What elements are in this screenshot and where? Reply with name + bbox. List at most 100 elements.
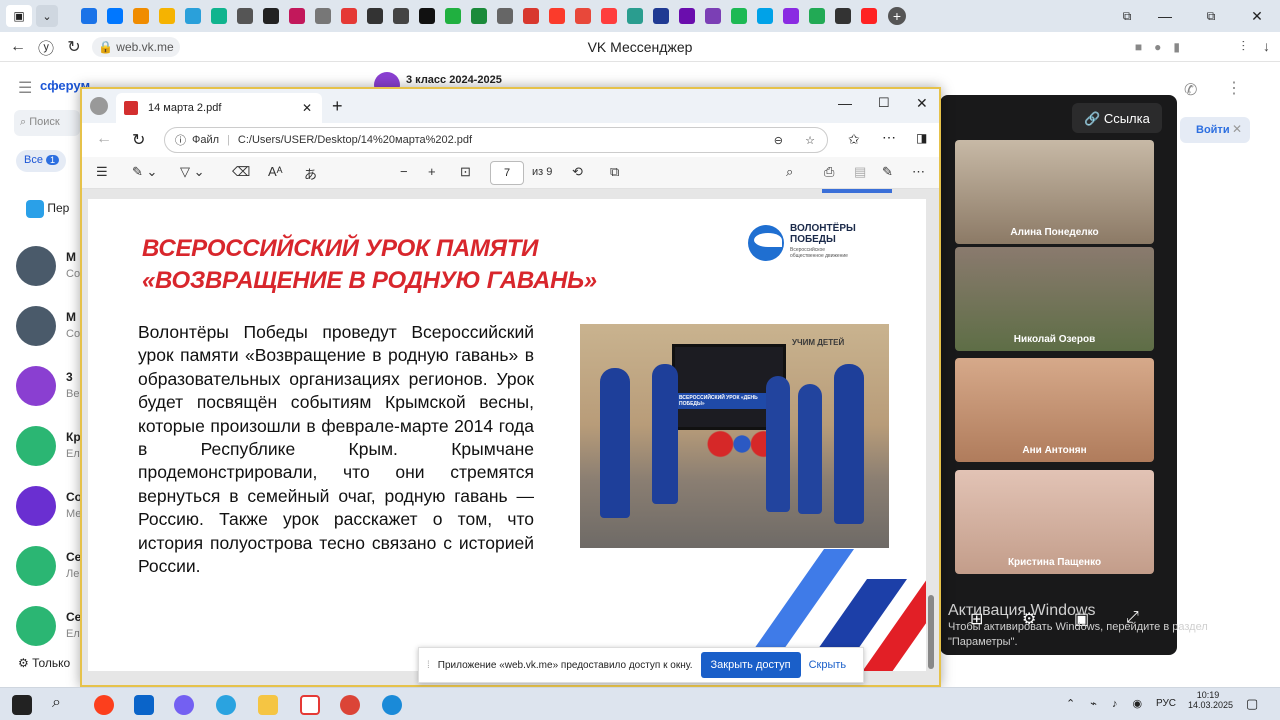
pinned-tab-favicon[interactable] bbox=[107, 8, 123, 24]
pinned-tab-favicon[interactable] bbox=[653, 8, 669, 24]
outlook-icon[interactable] bbox=[134, 695, 154, 715]
explorer-icon[interactable] bbox=[258, 695, 278, 715]
vertical-scrollbar[interactable] bbox=[928, 199, 934, 669]
pinned-tab-favicon[interactable] bbox=[263, 8, 279, 24]
print-icon[interactable]: ⎙ bbox=[824, 164, 834, 180]
folder-item[interactable]: Пер bbox=[26, 200, 69, 218]
bookmark-icon[interactable]: ▮ bbox=[1173, 40, 1180, 54]
save-icon[interactable]: ▤ bbox=[854, 164, 866, 180]
save-as-icon[interactable]: ✎ bbox=[882, 164, 893, 180]
sidebar-icon[interactable]: ◨ bbox=[916, 131, 927, 145]
pinned-tab-favicon[interactable] bbox=[445, 8, 461, 24]
pinned-tab-favicon[interactable] bbox=[289, 8, 305, 24]
workspaces-icon[interactable]: ⧉ bbox=[1112, 9, 1142, 24]
close-window-button[interactable]: ✕ bbox=[1234, 8, 1280, 25]
clock[interactable]: 10:19 14.03.2025 bbox=[1188, 690, 1233, 710]
back-icon[interactable]: ← bbox=[4, 33, 32, 61]
close-icon[interactable]: ✕ bbox=[1232, 122, 1242, 136]
draw-icon[interactable]: ▽ ⌄ bbox=[180, 164, 205, 180]
yandex-logo-icon[interactable]: ⓨ bbox=[32, 33, 60, 61]
menu-dots-icon[interactable]: ⋮ bbox=[1226, 78, 1242, 98]
eraser-icon[interactable]: ⌫ bbox=[232, 164, 250, 180]
chat-avatar[interactable] bbox=[16, 426, 56, 466]
pinned-tab-favicon[interactable] bbox=[705, 8, 721, 24]
pinned-tab-favicon[interactable] bbox=[497, 8, 513, 24]
link-button[interactable]: 🔗 Ссылка bbox=[1072, 103, 1162, 133]
close-tab-icon[interactable]: ✕ bbox=[302, 101, 312, 115]
pinned-tab-favicon[interactable] bbox=[237, 8, 253, 24]
chat-avatar[interactable] bbox=[16, 606, 56, 646]
participant-tile[interactable]: Алина Понеделко bbox=[955, 140, 1154, 244]
chat-avatar[interactable] bbox=[16, 306, 56, 346]
back-icon[interactable]: ← bbox=[96, 130, 112, 148]
chat-avatar[interactable] bbox=[16, 366, 56, 406]
pinned-tab-favicon[interactable] bbox=[835, 8, 851, 24]
hide-button[interactable]: Скрыть bbox=[809, 659, 847, 671]
reader-icon[interactable]: ⫶ bbox=[1242, 38, 1246, 55]
start-icon[interactable] bbox=[12, 695, 32, 715]
participant-tile[interactable]: Кристина Пащенко bbox=[955, 470, 1154, 574]
pdf-tab[interactable]: 14 марта 2.pdf ✕ bbox=[116, 93, 322, 123]
pinned-tab-favicon[interactable] bbox=[575, 8, 591, 24]
new-tab-icon[interactable]: + bbox=[332, 96, 343, 117]
minimize-button[interactable]: — bbox=[1142, 8, 1188, 24]
favorite-icon[interactable]: ☆ bbox=[805, 134, 815, 147]
download-icon[interactable]: ↓ bbox=[1263, 38, 1270, 55]
pinned-tab-favicon[interactable] bbox=[809, 8, 825, 24]
more-options-icon[interactable]: ⋯ bbox=[912, 164, 925, 180]
chat-avatar[interactable] bbox=[16, 246, 56, 286]
yandex-icon[interactable] bbox=[300, 695, 320, 715]
new-tab-button[interactable]: + bbox=[888, 7, 906, 25]
tab-list-button[interactable]: ⌄ bbox=[36, 5, 58, 27]
sidebar-toggle-button[interactable]: ▣ bbox=[6, 5, 32, 27]
scroll-thumb[interactable] bbox=[928, 595, 934, 669]
pinned-tab-favicon[interactable] bbox=[523, 8, 539, 24]
translate-icon[interactable]: あ bbox=[304, 164, 317, 183]
pdf-viewport[interactable]: ВСЕРОССИЙСКИЙ УРОК ПАМЯТИ «ВОЗВРАЩЕНИЕ В… bbox=[82, 189, 939, 685]
input-language[interactable]: РУС bbox=[1156, 698, 1176, 709]
pinned-tab-favicon[interactable] bbox=[393, 8, 409, 24]
fit-page-icon[interactable]: ⊡ bbox=[460, 164, 471, 180]
pinned-tab-favicon[interactable] bbox=[159, 8, 175, 24]
pinned-tab-favicon[interactable] bbox=[133, 8, 149, 24]
pinned-tab-favicon[interactable] bbox=[367, 8, 383, 24]
search-icon[interactable]: ⌕ bbox=[786, 164, 793, 180]
reload-icon[interactable]: ↻ bbox=[60, 33, 88, 61]
phone-icon[interactable]: ✆ bbox=[1184, 80, 1197, 100]
camera-icon[interactable]: ■ bbox=[1135, 40, 1142, 54]
chrome-icon[interactable] bbox=[340, 695, 360, 715]
refresh-icon[interactable]: ↻ bbox=[132, 130, 145, 150]
minimize-button[interactable]: — bbox=[838, 95, 852, 111]
edge-icon[interactable] bbox=[382, 695, 402, 715]
pinned-tab-favicon[interactable] bbox=[81, 8, 97, 24]
read-aloud-icon[interactable]: Aᴬ bbox=[268, 164, 283, 179]
tray-icons[interactable]: ⌃ ⌁ ♪ ◉ bbox=[1066, 697, 1148, 710]
participant-tile[interactable]: Ани Антонян bbox=[955, 358, 1154, 462]
zoom-icon[interactable]: ⊖ bbox=[774, 134, 783, 147]
menu-icon[interactable]: ☰ bbox=[18, 78, 32, 98]
pinned-tab-favicon[interactable] bbox=[731, 8, 747, 24]
more-icon[interactable]: ⋯ bbox=[882, 129, 896, 146]
page-view-icon[interactable]: ⧉ bbox=[610, 164, 619, 180]
drag-handle-icon[interactable]: ⁞ bbox=[427, 660, 430, 671]
pinned-tab-favicon[interactable] bbox=[861, 8, 877, 24]
pinned-tab-favicon[interactable] bbox=[185, 8, 201, 24]
close-window-button[interactable]: ✕ bbox=[916, 95, 928, 112]
split-view-button[interactable]: ⧉ bbox=[1188, 9, 1234, 24]
highlight-icon[interactable]: ✎ ⌄ bbox=[132, 164, 157, 180]
maximize-button[interactable]: ☐ bbox=[878, 95, 890, 111]
pinned-tab-favicon[interactable] bbox=[679, 8, 695, 24]
profile-icon[interactable] bbox=[90, 97, 108, 115]
pinned-tab-favicon[interactable] bbox=[315, 8, 331, 24]
pinned-tab-favicon[interactable] bbox=[601, 8, 617, 24]
mic-icon[interactable]: ● bbox=[1154, 40, 1161, 54]
pinned-tab-favicon[interactable] bbox=[627, 8, 643, 24]
chat-avatar[interactable] bbox=[16, 546, 56, 586]
notifications-icon[interactable]: ▢ bbox=[1246, 696, 1258, 712]
pinned-tab-favicon[interactable] bbox=[419, 8, 435, 24]
page-number-input[interactable]: 7 bbox=[490, 161, 524, 185]
pinned-tab-favicon[interactable] bbox=[341, 8, 357, 24]
telegram-icon[interactable] bbox=[216, 695, 236, 715]
rotate-icon[interactable]: ⟲ bbox=[572, 164, 583, 180]
pinned-tab-favicon[interactable] bbox=[757, 8, 773, 24]
